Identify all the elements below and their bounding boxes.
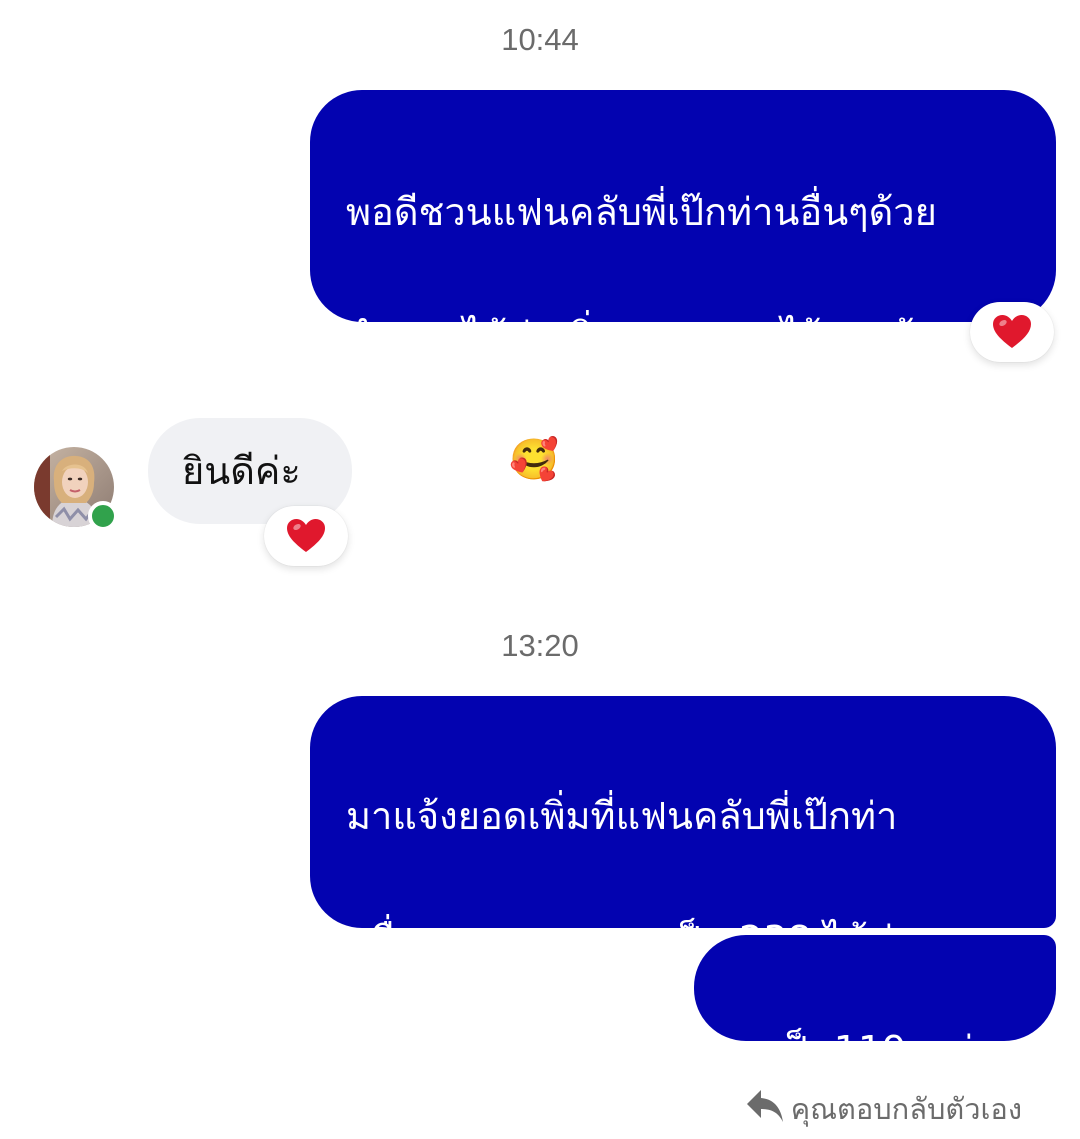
contact-avatar[interactable] — [34, 447, 118, 531]
heart-reaction[interactable] — [264, 506, 348, 566]
reply-note-text: คุณตอบกลับตัวเอง — [790, 1092, 1022, 1126]
heart-icon — [992, 314, 1032, 350]
timestamp-divider: 13:20 — [501, 628, 579, 663]
online-status-dot — [88, 501, 118, 531]
outgoing-message[interactable]: จะเป็น119ถุงค่ะ — [694, 935, 1056, 1072]
message-text: ยินดีค่ะ — [182, 449, 301, 493]
message-line: มาแจ้งยอดเพิ่มที่แฟนคลับพี่เป๊กท่า — [346, 794, 898, 838]
heart-reaction[interactable] — [970, 302, 1054, 362]
timestamp-divider: 10:44 — [501, 22, 579, 57]
outgoing-message[interactable]: มาแจ้งยอดเพิ่มที่แฟนคลับพี่เป๊กท่า นอื่น… — [310, 696, 1056, 1086]
message-line: พอดีชวนแฟนคลับพี่เป๊กท่านอื่นๆด้วย — [346, 190, 937, 234]
self-reply-note: คุณตอบกลับตัวเอง — [745, 1086, 1022, 1132]
conversation-view: 10:44 พอดีชวนแฟนคลับพี่เป๊กท่านอื่นๆด้วย… — [0, 0, 1080, 1139]
smiling-hearts-emoji: 🥰 — [509, 437, 559, 483]
message-text: อีกทีนะคะ — [346, 438, 510, 482]
heart-icon — [286, 518, 326, 554]
outgoing-message[interactable]: พอดีชวนแฟนคลับพี่เป๊กท่านอื่นๆด้วย จำนวน… — [310, 90, 1056, 483]
message-line: จำนวนไม้น่าเพิ่มนะคะ เดวไว้มาแจ้ง — [346, 314, 933, 358]
message-text: จะเป็น119ถุงค่ะ — [728, 1028, 994, 1072]
message-line: อีกทีนะคะ🥰 — [346, 429, 1026, 491]
reply-arrow-icon — [745, 1088, 791, 1131]
